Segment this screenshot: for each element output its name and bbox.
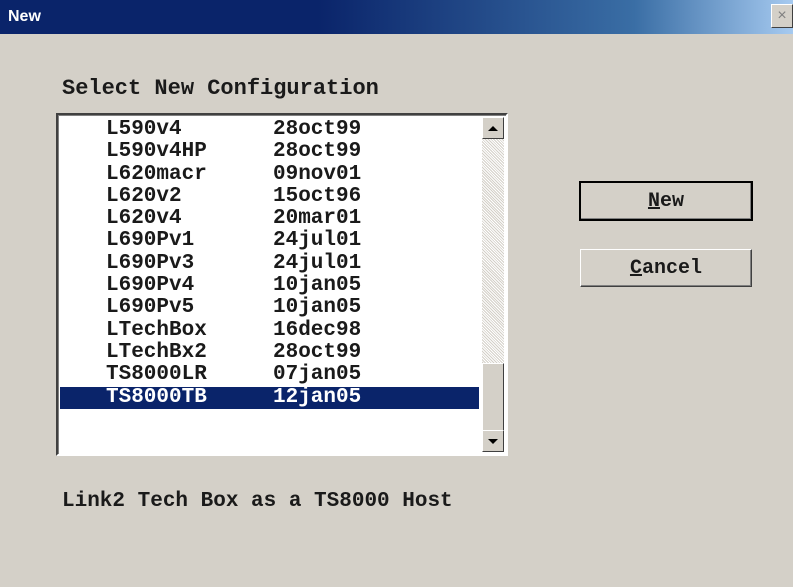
config-date: 09nov01 <box>273 162 362 186</box>
arrow-up-icon <box>488 125 498 131</box>
list-item[interactable]: L690Pv1 24jul01 <box>60 230 479 252</box>
config-name: LTechBx2 <box>106 340 207 364</box>
config-name: L620v4 <box>106 207 182 231</box>
config-name: L690Pv3 <box>106 251 195 275</box>
config-date: 28oct99 <box>273 340 362 364</box>
config-name: L620macr <box>106 162 207 186</box>
cancel-button-label: ancel <box>642 256 703 280</box>
config-date: 16dec98 <box>273 318 362 342</box>
config-name: TS8000LR <box>106 363 207 387</box>
config-date: 10jan05 <box>273 296 362 320</box>
config-name: L690Pv5 <box>106 296 195 320</box>
arrow-down-icon <box>488 438 498 444</box>
config-date: 20mar01 <box>273 207 362 231</box>
list-item[interactable]: L690Pv4 10jan05 <box>60 275 479 297</box>
config-name: L620v2 <box>106 184 182 208</box>
list-item[interactable]: L590v4 28oct99 <box>60 119 479 141</box>
vertical-scrollbar[interactable] <box>482 117 504 452</box>
list-item[interactable]: L620v2 15oct96 <box>60 184 479 208</box>
title-bar: New × <box>0 0 793 34</box>
close-button[interactable]: × <box>771 4 793 28</box>
list-item[interactable]: TS8000TB 12jan05 <box>60 385 479 409</box>
list-item[interactable]: L690Pv3 24jul01 <box>60 251 479 275</box>
window-title: New <box>8 8 41 25</box>
scroll-up-button[interactable] <box>482 117 504 139</box>
cancel-button-mnemonic: C <box>629 256 642 280</box>
scroll-thumb[interactable] <box>482 363 504 431</box>
config-date: 24jul01 <box>273 229 362 253</box>
scroll-down-button[interactable] <box>482 430 504 452</box>
list-item[interactable]: L590v4HP 28oct99 <box>60 141 479 163</box>
config-date: 10jan05 <box>273 274 362 298</box>
config-name: TS8000TB <box>106 385 207 409</box>
list-item[interactable]: L620v4 20mar01 <box>60 208 479 230</box>
list-label: Select New Configuration <box>62 76 379 101</box>
config-date: 28oct99 <box>273 118 362 141</box>
list-item[interactable]: L620macr 09nov01 <box>60 162 479 186</box>
config-name: LTechBox <box>106 318 207 342</box>
new-button-mnemonic: N <box>647 189 660 213</box>
configuration-description: Link2 Tech Box as a TS8000 Host <box>62 490 453 513</box>
config-name: L690Pv4 <box>106 274 195 298</box>
config-date: 07jan05 <box>273 363 362 387</box>
close-icon: × <box>777 7 787 24</box>
new-button[interactable]: New <box>579 181 753 221</box>
new-button-label: ew <box>660 189 685 213</box>
config-name: L690Pv1 <box>106 229 195 253</box>
list-item[interactable]: LTechBox 16dec98 <box>60 318 479 342</box>
list-item[interactable]: LTechBx2 28oct99 <box>60 340 479 364</box>
list-item[interactable]: L690Pv5 10jan05 <box>60 297 479 319</box>
config-name: L590v4HP <box>106 140 207 164</box>
config-date: 28oct99 <box>273 140 362 164</box>
config-name: L590v4 <box>106 118 182 141</box>
list-item[interactable]: TS8000LR 07jan05 <box>60 364 479 386</box>
config-date: 24jul01 <box>273 251 362 275</box>
configuration-listbox[interactable]: L590v4 28oct99 L590v4HP 28oct99 L620macr 09no… <box>56 113 508 456</box>
config-date: 15oct96 <box>273 184 362 208</box>
config-date: 12jan05 <box>273 385 362 409</box>
configuration-list: L590v4 28oct99 L590v4HP 28oct99 L620macr 09no… <box>60 119 479 409</box>
cancel-button[interactable]: Cancel <box>580 249 752 287</box>
